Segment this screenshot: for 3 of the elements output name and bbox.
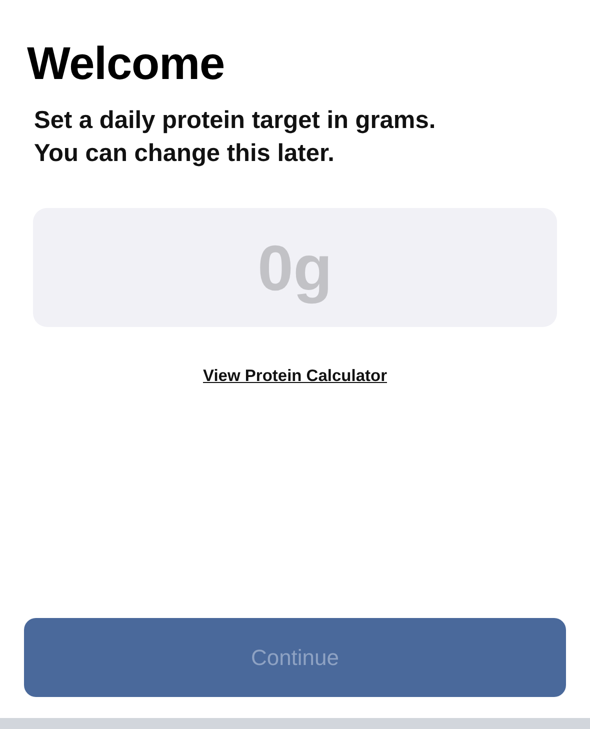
instruction-text: Set a daily protein target in grams. You can change this later. xyxy=(34,106,437,169)
welcome-title: Welcome xyxy=(27,36,226,90)
protein-calculator-link[interactable]: View Protein Calculator xyxy=(203,367,387,386)
